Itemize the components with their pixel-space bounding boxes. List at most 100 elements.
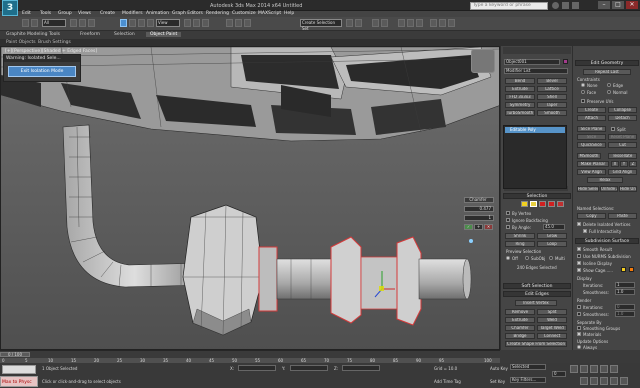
remove-button[interactable]: Remove [505,309,535,315]
hide-unselected-button[interactable]: Hide Unselected [619,186,637,192]
auto-key-button[interactable]: Auto Key [490,366,508,371]
material-editor-icon[interactable] [416,19,423,27]
menu-help[interactable]: Help [284,11,294,16]
go-to-end-icon[interactable] [610,365,618,373]
detach-button[interactable]: Detach [608,115,637,121]
chamfer-cancel-button[interactable]: ✕ [484,224,493,230]
cage-selected-color-swatch[interactable] [629,267,634,272]
timeline[interactable]: 0 / 100 0 5 10 15 20 25 30 35 40 45 50 5… [0,350,500,364]
paint-objects-panel[interactable]: Paint Objects [6,40,36,45]
zoom-icon[interactable] [580,377,588,385]
bevel-button[interactable]: Bevel [537,78,567,84]
edit-geometry-rollout-header[interactable]: Edit Geometry [575,60,639,66]
constraint-normal-radio[interactable] [607,90,611,94]
shrink-button[interactable]: Shrink [505,233,535,239]
tab-selection[interactable]: Selection [114,32,135,37]
constraint-edge-radio[interactable] [607,83,611,87]
split-edge-button[interactable]: Split [537,309,567,315]
menu-edit[interactable]: Edit [22,11,31,16]
ring-button[interactable]: Ring [505,241,535,247]
window-crossing-icon[interactable] [147,19,154,27]
subdivision-rollout-header[interactable]: Subdivision Surface [575,238,639,244]
soft-selection-rollout-header[interactable]: Soft Selection [503,283,571,289]
key-mode-dropdown[interactable]: Selected [510,364,546,370]
preview-subobj-radio[interactable] [525,256,529,260]
slice-button[interactable]: Slice [577,134,606,140]
modifier-list-dropdown[interactable]: Modifier List [504,68,568,74]
smoothing-groups-checkbox[interactable] [577,326,581,330]
by-angle-checkbox[interactable] [506,225,510,229]
preserve-uvs-checkbox[interactable] [581,99,585,103]
add-time-tag-button[interactable]: Add Time Tag [434,379,461,384]
menu-customize[interactable]: Customize [232,11,256,16]
exit-isolation-button[interactable]: Exit Isolation Mode [8,66,76,77]
redo-icon[interactable] [31,19,38,27]
menu-modifiers[interactable]: Modifiers [122,11,143,16]
split-checkbox[interactable] [611,127,615,131]
grid-align-button[interactable]: Grid Align [608,169,637,175]
collapse-button[interactable]: Collapse [608,107,637,113]
edge-mode-icon[interactable] [530,201,537,207]
chamfer-apply-button[interactable]: + [474,224,483,230]
pan-icon[interactable] [600,377,608,385]
reference-coordinate-dropdown[interactable]: View [156,19,180,27]
copy-button[interactable]: Copy [577,213,606,219]
orbit-icon[interactable] [610,377,618,385]
extrude-edge-button[interactable]: Extrude [505,317,535,323]
stack-item-editable-poly[interactable]: Editable Poly [505,127,565,133]
unhide-all-button[interactable]: Unhide All [600,186,618,192]
unlink-icon[interactable] [79,19,86,27]
render-smoothness-checkbox[interactable] [577,312,581,316]
vertex-mode-icon[interactable] [521,201,528,207]
edit-edges-rollout-header[interactable]: Edit Edges [503,291,571,297]
ignore-backfacing-checkbox[interactable] [506,218,510,222]
hide-selected-button[interactable]: Hide Selected [577,186,599,192]
quickslice-button[interactable]: QuickSlice [577,142,606,148]
previous-frame-icon[interactable] [580,365,588,373]
slice-plane-button[interactable]: Slice Plane [577,126,606,132]
ribbon-toggle-icon[interactable] [381,19,388,27]
msmooth-button[interactable]: MSmooth [577,153,601,159]
render-setup-icon[interactable] [430,19,437,27]
show-cage-checkbox[interactable] [577,268,581,272]
menu-group[interactable]: Group [58,11,72,16]
set-key-button[interactable]: Set Key [490,379,505,384]
loop-button[interactable]: Loop [537,241,567,247]
rendered-frame-icon[interactable] [439,19,446,27]
planar-x-button[interactable]: X [611,161,619,167]
delete-isolated-checkbox[interactable] [577,222,581,226]
menu-animation[interactable]: Animation [146,11,169,16]
maxscript-mini-listener[interactable]: Max to Physc [0,376,38,387]
render-iterations-checkbox[interactable] [577,305,581,309]
attach-button[interactable]: Attach [577,115,606,121]
menu-create[interactable]: Create [100,11,115,16]
viewport-scene[interactable] [1,47,500,350]
snap-icon[interactable] [226,19,233,27]
layer-manager-icon[interactable] [372,19,379,27]
extrude-mod-button[interactable]: Extrude [505,86,535,92]
reset-plane-button[interactable]: Reset Plane [608,134,637,140]
menu-maxscript[interactable]: MAXScript [258,11,281,16]
full-interactivity-checkbox[interactable] [583,229,587,233]
ffd-button[interactable]: FFD 3x3x3 [505,94,535,100]
undo-icon[interactable] [22,19,29,27]
maxscript-listener-input[interactable] [2,365,36,374]
x-coord-field[interactable] [238,365,276,371]
iterations-field[interactable]: 1 [615,282,635,288]
chamfer-ok-button[interactable]: ✓ [464,224,473,230]
make-planar-button[interactable]: Make Planar [577,161,609,167]
lattice-button[interactable]: Lattice [537,86,567,92]
grow-button[interactable]: Grow [537,233,567,239]
chamfer-amount-field[interactable]: 0.477 [464,206,494,212]
rectangular-selection-icon[interactable] [138,19,145,27]
rotate-icon[interactable] [193,19,200,27]
element-mode-icon[interactable] [557,201,564,207]
update-always-radio[interactable] [577,345,581,349]
object-name-field[interactable]: Object001 [504,59,560,65]
create-button[interactable]: Create [577,107,606,113]
bind-space-warp-icon[interactable] [88,19,95,27]
key-filters-button[interactable]: Key Filters... [510,377,546,383]
account-icon[interactable] [562,2,569,9]
constraint-face-radio[interactable] [581,90,585,94]
named-selection-set-input[interactable]: Create Selection Set [300,19,342,31]
